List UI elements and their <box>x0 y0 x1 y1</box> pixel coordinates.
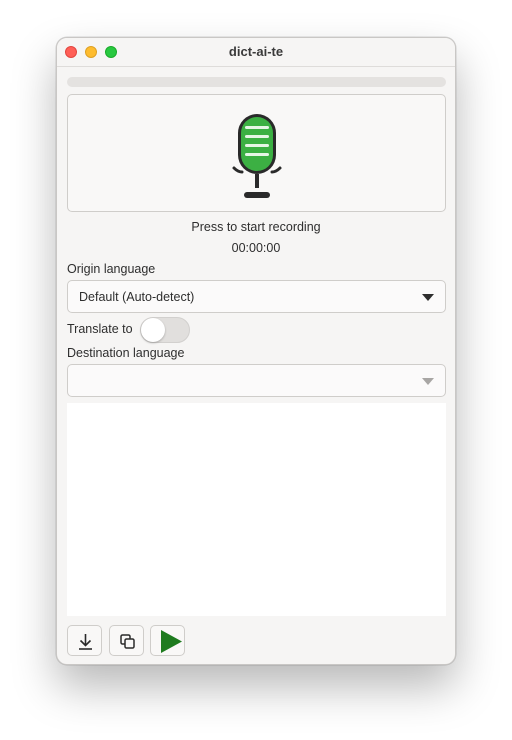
window-title: dict-ai-te <box>228 44 284 59</box>
transcript-text-area[interactable] <box>67 403 446 616</box>
toggle-knob <box>141 318 165 342</box>
translate-to-label: Translate to <box>67 322 133 336</box>
play-button[interactable] <box>150 625 185 656</box>
microphone-icon <box>232 114 282 198</box>
recording-progress-bar <box>67 77 446 87</box>
chevron-down-icon <box>422 378 434 385</box>
recording-timer: 00:00:00 <box>231 241 281 255</box>
record-button[interactable] <box>67 94 446 212</box>
save-button[interactable] <box>67 625 102 656</box>
destination-language-dropdown[interactable] <box>67 364 446 397</box>
play-icon <box>161 630 182 653</box>
copy-icon <box>120 634 135 649</box>
title-bar: dict-ai-te <box>57 38 455 67</box>
copy-button[interactable] <box>109 625 144 656</box>
chevron-down-icon <box>422 294 434 301</box>
origin-language-dropdown[interactable]: Default (Auto-detect) <box>67 280 446 313</box>
origin-language-label: Origin language <box>67 262 156 276</box>
translate-toggle[interactable] <box>140 317 190 343</box>
app-window: dict-ai-te Press to start recording 00:0… <box>56 37 456 665</box>
origin-language-value: Default (Auto-detect) <box>79 290 195 304</box>
recording-status-text: Press to start recording <box>191 220 321 234</box>
download-icon <box>79 634 92 650</box>
destination-language-label: Destination language <box>67 346 185 360</box>
